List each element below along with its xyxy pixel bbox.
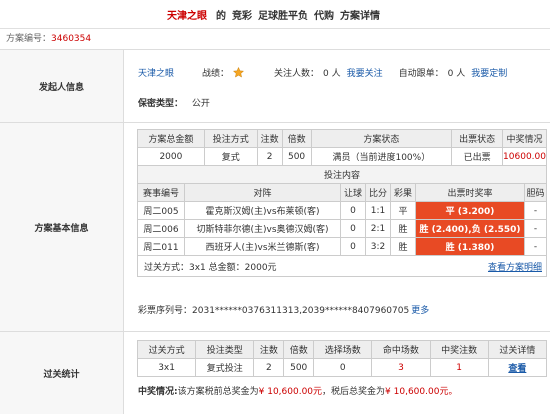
stats-section: 过关统计 过关方式 投注类型 注数 倍数 选择场数 命中场数 中奖注数 过关详情… — [0, 332, 550, 414]
table-row: 周二011 西班牙人(主)vs米兰德斯(客) 0 3:2 胜 胜 (1.380)… — [137, 237, 547, 256]
after-tax-amount: ¥ 10,600.00元。 — [385, 387, 458, 397]
section-label: 过关统计 — [0, 332, 124, 414]
brand-name: 天津之眼 — [167, 10, 207, 22]
view-pass-detail-link[interactable]: 查看 — [508, 364, 526, 374]
win-summary: 中奖情况:该方案税前总奖金为¥ 10,600.00元，税后总奖金为¥ 10,60… — [138, 387, 458, 397]
custom-follow-link[interactable]: 我要定制 — [471, 66, 507, 79]
table-row: 3x1 复式投注 2 500 0 3 1 查看 — [136, 358, 548, 377]
section-label: 发起人信息 — [0, 50, 124, 122]
more-link[interactable]: 更多 — [411, 306, 429, 316]
table-row: 2000 复式 2 500 满员（当前进度100%） 已出票 10600.00 — [137, 147, 547, 166]
initiator-section: 发起人信息 天津之眼 战绩： 关注人数： 0 人 我要关注 自动跟单： 0 人 … — [0, 50, 550, 123]
odds-cell: 平 (3.200) — [415, 201, 525, 220]
privacy-value: 公开 — [191, 99, 210, 109]
plan-number-row: 方案编号：3460354 — [0, 29, 550, 50]
ticket-serial-row: 彩票序列号：2031******0376311313,2039******840… — [138, 306, 430, 316]
content-title: 投注内容 — [137, 165, 547, 184]
stats-table: 过关方式 投注类型 注数 倍数 选择场数 命中场数 中奖注数 过关详情 3x1 … — [136, 340, 548, 377]
prize-amount: 10600.00 — [502, 147, 547, 166]
ticket-serial: 2031******0376311313,2039******840796070… — [192, 306, 410, 316]
pre-tax-amount: ¥ 10,600.00元 — [258, 387, 323, 397]
follow-link[interactable]: 我要关注 — [347, 66, 383, 79]
match-table: 赛事编号 对阵 让球 比分 彩果 出票时奖率 胆码 周二005 霍克斯汉姆(主)… — [137, 183, 547, 277]
page-title: 天津之眼 的 竞彩 足球胜平负 代购 方案详情 — [0, 0, 550, 29]
plan-number: 3460354 — [51, 34, 92, 44]
section-label: 方案基本信息 — [0, 123, 124, 331]
initiator-name-link[interactable]: 天津之眼 — [138, 66, 174, 79]
view-detail-link[interactable]: 查看方案明细 — [488, 260, 542, 273]
star-icon — [232, 66, 245, 78]
table-row: 周二006 切斯特菲尔德(主)vs奥德汉姆(客) 0 2:1 胜 胜 (2.40… — [137, 219, 547, 238]
basic-info-section: 方案基本信息 方案总金额 投注方式 注数 倍数 方案状态 出票状态 中奖情况 2… — [0, 123, 550, 332]
summary-table: 方案总金额 投注方式 注数 倍数 方案状态 出票状态 中奖情况 2000 复式 … — [137, 129, 547, 184]
odds-cell: 胜 (1.380) — [415, 237, 525, 256]
table-row: 过关方式：3x1 总金额：2000元 查看方案明细 — [137, 255, 547, 277]
odds-cell: 胜 (2.400),负 (2.550) — [415, 219, 525, 238]
pass-info: 过关方式：3x1 总金额：2000元 — [144, 262, 277, 273]
table-row: 周二005 霍克斯汉姆(主)vs布莱顿(客) 0 1:1 平 平 (3.200)… — [137, 201, 547, 220]
